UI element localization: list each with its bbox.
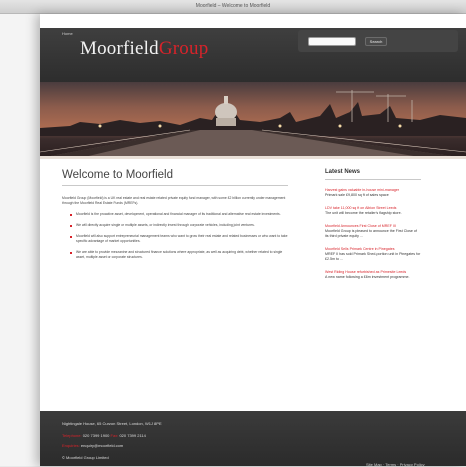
main-content: Welcome to Moorfield Moorfield Group (Mo… bbox=[40, 159, 466, 411]
news-summary: MREF II has sold Primark Shed-portion un… bbox=[325, 252, 421, 261]
news-summary: A new name following a £6m investment pr… bbox=[325, 275, 410, 279]
footer-enquiries-line: Enquiries: enquiry@moorfield.com bbox=[62, 443, 123, 448]
footer-address: Nightingale House, 65 Curzon Street, Lon… bbox=[62, 421, 162, 426]
list-item: We will directly acquire single or multi… bbox=[70, 223, 290, 228]
site-footer: Nightingale House, 65 Curzon Street, Lon… bbox=[40, 411, 466, 467]
latest-news-panel: Latest News Harvest gains valuable in-ho… bbox=[325, 169, 421, 280]
search-input[interactable] bbox=[308, 37, 356, 46]
logo-accent: Group bbox=[158, 38, 209, 59]
enquiries-label: Enquiries: bbox=[62, 443, 80, 448]
banner-image bbox=[40, 82, 466, 158]
list-item: We are able to provide mezzanine and str… bbox=[70, 250, 290, 260]
site-frame: Home MoorfieldGroup Search CORPORATE PRO… bbox=[40, 14, 466, 467]
telephone-number: 020 7399 1900 bbox=[82, 433, 110, 438]
page: Moorfield – Welcome to Moorfield Home Mo… bbox=[0, 0, 466, 467]
fax-label: Fax: bbox=[110, 433, 119, 438]
site-header: Home MoorfieldGroup Search CORPORATE PRO… bbox=[40, 28, 466, 96]
footer-phone-line: Telephone: 020 7399 1900 Fax: 020 7399 2… bbox=[62, 433, 146, 438]
logo-primary: Moorfield bbox=[80, 38, 159, 59]
news-item: West Riding House refurbished as Primesi… bbox=[325, 270, 421, 280]
footer-links[interactable]: Site Map · Terms · Privacy Policy bbox=[366, 462, 425, 467]
browser-title-bar: Moorfield – Welcome to Moorfield bbox=[0, 0, 466, 14]
news-item: Moorfield Announces First Close of MREF … bbox=[325, 224, 421, 239]
fax-number: 020 7399 2114 bbox=[119, 433, 146, 438]
news-item: LDV take 11,000 sq ft on Albion Street L… bbox=[325, 206, 421, 216]
news-summary: The unit will become the retailer's flag… bbox=[325, 211, 402, 215]
skyline-illustration bbox=[40, 82, 466, 158]
telephone-label: Telephone: bbox=[62, 433, 82, 438]
news-summary: Moorfield Group is pleased to announce t… bbox=[325, 229, 417, 238]
logo[interactable]: MoorfieldGroup bbox=[80, 38, 208, 60]
home-link[interactable]: Home bbox=[62, 31, 73, 36]
window-title: Moorfield – Welcome to Moorfield bbox=[195, 3, 271, 9]
list-item: Moorfield is the proactive asset, develo… bbox=[70, 212, 290, 217]
bullet-list: Moorfield is the proactive asset, develo… bbox=[70, 212, 290, 266]
news-summary: Primark sale £9,800 sq ft of sales space bbox=[325, 193, 389, 197]
enquiries-email-link[interactable]: enquiry@moorfield.com bbox=[81, 443, 123, 448]
intro-paragraph: Moorfield Group (Moorfield) is a UK real… bbox=[62, 196, 286, 205]
title-divider bbox=[62, 185, 288, 186]
search-button[interactable]: Search bbox=[365, 37, 387, 46]
news-item: Moorfield Sells Primark Centre in Pinega… bbox=[325, 247, 421, 262]
list-item: Moorfield will also support entrepreneur… bbox=[70, 234, 290, 244]
news-item: Harvest gains valuable in-house mini-man… bbox=[325, 188, 421, 198]
news-heading: Latest News bbox=[325, 169, 421, 180]
footer-copyright: © Moorfield Group Limited bbox=[62, 455, 109, 460]
page-title: Welcome to Moorfield bbox=[62, 169, 173, 181]
